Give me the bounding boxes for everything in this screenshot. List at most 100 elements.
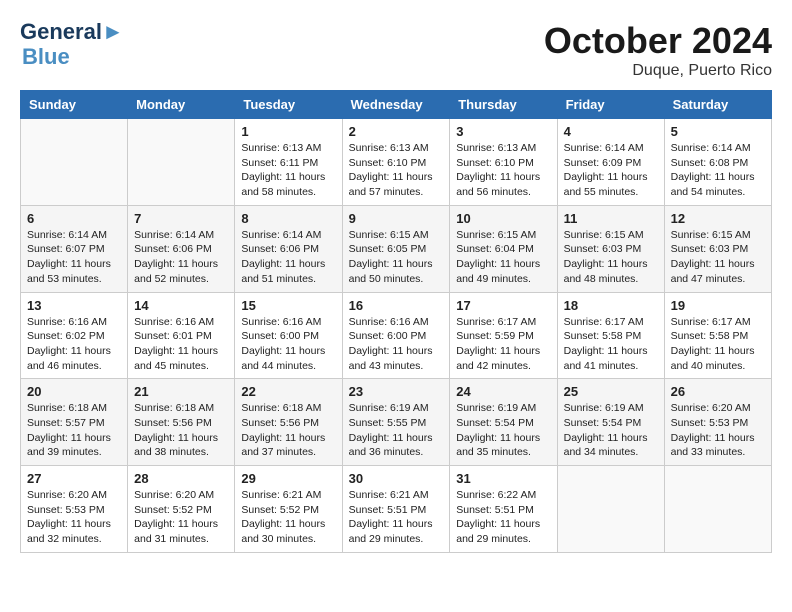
day-number: 16	[349, 298, 444, 313]
day-info: Sunrise: 6:18 AMSunset: 5:56 PMDaylight:…	[241, 401, 335, 460]
calendar-cell: 2 Sunrise: 6:13 AMSunset: 6:10 PMDaylight…	[342, 119, 450, 206]
day-info: Sunrise: 6:14 AMSunset: 6:06 PMDaylight:…	[134, 228, 228, 287]
day-info: Sunrise: 6:20 AMSunset: 5:53 PMDaylight:…	[671, 401, 765, 460]
calendar-cell: 12 Sunrise: 6:15 AMSunset: 6:03 PMDayligh…	[664, 205, 771, 292]
day-number: 29	[241, 471, 335, 486]
day-number: 26	[671, 384, 765, 399]
day-info: Sunrise: 6:16 AMSunset: 6:00 PMDaylight:…	[349, 315, 444, 374]
calendar-weekday-friday: Friday	[557, 91, 664, 119]
day-info: Sunrise: 6:19 AMSunset: 5:55 PMDaylight:…	[349, 401, 444, 460]
title-block: October 2024 Duque, Puerto Rico	[544, 20, 772, 80]
day-number: 27	[27, 471, 121, 486]
calendar-header-row: SundayMondayTuesdayWednesdayThursdayFrid…	[21, 91, 772, 119]
calendar-cell: 11Sunrise: 6:15 AMSunset: 6:03 PMDayligh…	[557, 205, 664, 292]
calendar-cell	[21, 119, 128, 206]
calendar-weekday-monday: Monday	[128, 91, 235, 119]
location: Duque, Puerto Rico	[544, 62, 772, 80]
day-info: Sunrise: 6:13 AMSunset: 6:10 PMDaylight:…	[456, 141, 550, 200]
calendar-cell: 19 Sunrise: 6:17 AMSunset: 5:58 PMDayligh…	[664, 292, 771, 379]
calendar-weekday-thursday: Thursday	[450, 91, 557, 119]
logo-blue-text: Blue	[22, 44, 70, 70]
day-info: Sunrise: 6:16 AMSunset: 6:00 PMDaylight:…	[241, 315, 335, 374]
day-info: Sunrise: 6:15 AMSunset: 6:03 PMDaylight:…	[564, 228, 658, 287]
day-number: 2	[349, 124, 444, 139]
calendar-cell: 21 Sunrise: 6:18 AMSunset: 5:56 PMDayligh…	[128, 379, 235, 466]
day-info: Sunrise: 6:15 AMSunset: 6:03 PMDaylight:…	[671, 228, 765, 287]
month-title: October 2024	[544, 20, 772, 62]
calendar-week-2: 6 Sunrise: 6:14 AMSunset: 6:07 PMDaylight…	[21, 205, 772, 292]
day-number: 12	[671, 211, 765, 226]
day-info: Sunrise: 6:17 AMSunset: 5:58 PMDaylight:…	[564, 315, 658, 374]
calendar-cell: 24 Sunrise: 6:19 AMSunset: 5:54 PMDayligh…	[450, 379, 557, 466]
day-info: Sunrise: 6:17 AMSunset: 5:58 PMDaylight:…	[671, 315, 765, 374]
calendar-table: SundayMondayTuesdayWednesdayThursdayFrid…	[20, 90, 772, 553]
calendar-cell: 29 Sunrise: 6:21 AMSunset: 5:52 PMDayligh…	[235, 466, 342, 553]
day-info: Sunrise: 6:20 AMSunset: 5:52 PMDaylight:…	[134, 488, 228, 547]
calendar-cell: 6 Sunrise: 6:14 AMSunset: 6:07 PMDaylight…	[21, 205, 128, 292]
calendar-cell: 30 Sunrise: 6:21 AMSunset: 5:51 PMDayligh…	[342, 466, 450, 553]
day-info: Sunrise: 6:19 AMSunset: 5:54 PMDaylight:…	[456, 401, 550, 460]
day-number: 20	[27, 384, 121, 399]
day-number: 14	[134, 298, 228, 313]
day-number: 25	[564, 384, 658, 399]
calendar-cell: 31 Sunrise: 6:22 AMSunset: 5:51 PMDayligh…	[450, 466, 557, 553]
calendar-cell: 3Sunrise: 6:13 AMSunset: 6:10 PMDaylight…	[450, 119, 557, 206]
day-info: Sunrise: 6:13 AMSunset: 6:10 PMDaylight:…	[349, 141, 444, 200]
calendar-cell: 5 Sunrise: 6:14 AMSunset: 6:08 PMDaylight…	[664, 119, 771, 206]
day-number: 17	[456, 298, 550, 313]
day-info: Sunrise: 6:15 AMSunset: 6:05 PMDaylight:…	[349, 228, 444, 287]
calendar-week-3: 13 Sunrise: 6:16 AMSunset: 6:02 PMDayligh…	[21, 292, 772, 379]
day-info: Sunrise: 6:21 AMSunset: 5:52 PMDaylight:…	[241, 488, 335, 547]
day-number: 1	[241, 124, 335, 139]
page-header: General► Blue October 2024 Duque, Puerto…	[20, 20, 772, 80]
calendar-cell: 16 Sunrise: 6:16 AMSunset: 6:00 PMDayligh…	[342, 292, 450, 379]
day-number: 10	[456, 211, 550, 226]
calendar-cell: 10Sunrise: 6:15 AMSunset: 6:04 PMDayligh…	[450, 205, 557, 292]
day-number: 24	[456, 384, 550, 399]
calendar-cell: 17 Sunrise: 6:17 AMSunset: 5:59 PMDayligh…	[450, 292, 557, 379]
day-info: Sunrise: 6:17 AMSunset: 5:59 PMDaylight:…	[456, 315, 550, 374]
calendar-week-1: 1 Sunrise: 6:13 AMSunset: 6:11 PMDaylight…	[21, 119, 772, 206]
day-number: 23	[349, 384, 444, 399]
calendar-cell	[557, 466, 664, 553]
calendar-cell: 27 Sunrise: 6:20 AMSunset: 5:53 PMDayligh…	[21, 466, 128, 553]
calendar-cell: 23 Sunrise: 6:19 AMSunset: 5:55 PMDayligh…	[342, 379, 450, 466]
calendar-cell: 8Sunrise: 6:14 AMSunset: 6:06 PMDaylight…	[235, 205, 342, 292]
day-info: Sunrise: 6:14 AMSunset: 6:07 PMDaylight:…	[27, 228, 121, 287]
day-info: Sunrise: 6:21 AMSunset: 5:51 PMDaylight:…	[349, 488, 444, 547]
day-number: 4	[564, 124, 658, 139]
calendar-cell: 26 Sunrise: 6:20 AMSunset: 5:53 PMDayligh…	[664, 379, 771, 466]
calendar-cell: 4 Sunrise: 6:14 AMSunset: 6:09 PMDaylight…	[557, 119, 664, 206]
day-info: Sunrise: 6:14 AMSunset: 6:06 PMDaylight:…	[241, 228, 335, 287]
calendar-cell: 15Sunrise: 6:16 AMSunset: 6:00 PMDayligh…	[235, 292, 342, 379]
day-number: 21	[134, 384, 228, 399]
calendar-cell: 28 Sunrise: 6:20 AMSunset: 5:52 PMDayligh…	[128, 466, 235, 553]
day-info: Sunrise: 6:14 AMSunset: 6:09 PMDaylight:…	[564, 141, 658, 200]
day-info: Sunrise: 6:13 AMSunset: 6:11 PMDaylight:…	[241, 141, 335, 200]
day-number: 30	[349, 471, 444, 486]
day-info: Sunrise: 6:14 AMSunset: 6:08 PMDaylight:…	[671, 141, 765, 200]
day-number: 31	[456, 471, 550, 486]
day-info: Sunrise: 6:18 AMSunset: 5:56 PMDaylight:…	[134, 401, 228, 460]
calendar-cell: 22 Sunrise: 6:18 AMSunset: 5:56 PMDayligh…	[235, 379, 342, 466]
day-number: 22	[241, 384, 335, 399]
day-info: Sunrise: 6:16 AMSunset: 6:02 PMDaylight:…	[27, 315, 121, 374]
day-info: Sunrise: 6:22 AMSunset: 5:51 PMDaylight:…	[456, 488, 550, 547]
calendar-cell: 20Sunrise: 6:18 AMSunset: 5:57 PMDayligh…	[21, 379, 128, 466]
calendar-weekday-saturday: Saturday	[664, 91, 771, 119]
day-number: 19	[671, 298, 765, 313]
calendar-cell: 7Sunrise: 6:14 AMSunset: 6:06 PMDaylight…	[128, 205, 235, 292]
day-number: 18	[564, 298, 658, 313]
calendar-week-5: 27 Sunrise: 6:20 AMSunset: 5:53 PMDayligh…	[21, 466, 772, 553]
day-number: 6	[27, 211, 121, 226]
day-number: 5	[671, 124, 765, 139]
logo-text: General►	[20, 20, 124, 44]
day-info: Sunrise: 6:20 AMSunset: 5:53 PMDaylight:…	[27, 488, 121, 547]
calendar-cell: 14Sunrise: 6:16 AMSunset: 6:01 PMDayligh…	[128, 292, 235, 379]
day-number: 13	[27, 298, 121, 313]
day-number: 28	[134, 471, 228, 486]
calendar-cell	[664, 466, 771, 553]
calendar-week-4: 20Sunrise: 6:18 AMSunset: 5:57 PMDayligh…	[21, 379, 772, 466]
calendar-cell: 13 Sunrise: 6:16 AMSunset: 6:02 PMDayligh…	[21, 292, 128, 379]
logo: General► Blue	[20, 20, 124, 70]
